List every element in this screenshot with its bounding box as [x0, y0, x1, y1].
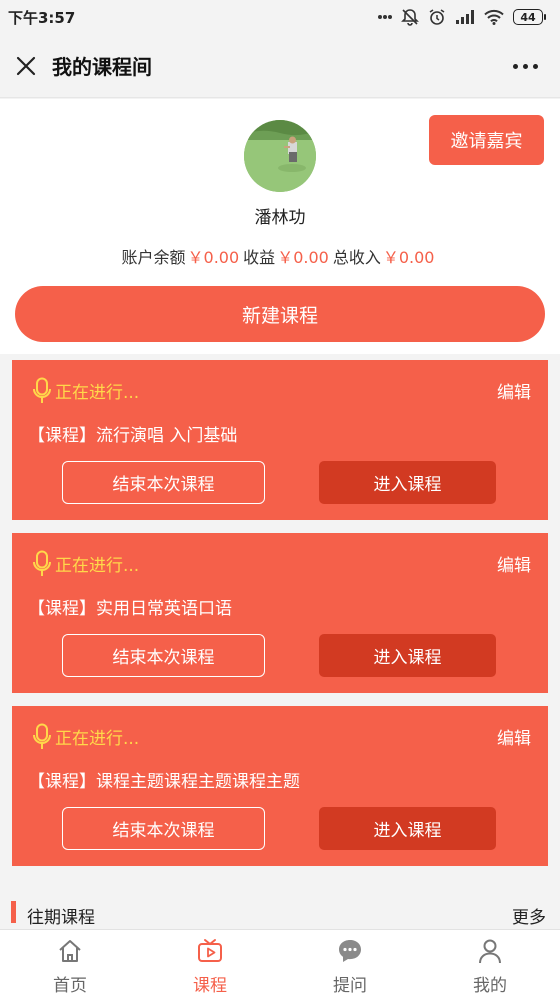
income-label: 收益: [243, 248, 276, 267]
invite-guest-button[interactable]: 邀请嘉宾: [429, 115, 544, 165]
more-past-courses-link[interactable]: 更多: [512, 903, 546, 928]
person-icon: [479, 939, 501, 964]
total-income-value: ￥0.00: [382, 248, 435, 267]
course-title: 【课程】实用日常英语口语: [28, 599, 232, 619]
more-menu-button[interactable]: [513, 54, 538, 78]
balance-summary: 账户余额 ￥0.00 收益 ￥0.00 总收入 ￥0.00: [0, 244, 560, 268]
course-title: 【课程】课程主题课程主题课程主题: [28, 772, 300, 792]
cell-signal-icon: [456, 10, 474, 24]
user-name: 潘林功: [254, 208, 306, 228]
course-status: 正在进行...: [55, 383, 140, 403]
end-course-button[interactable]: 结束本次课程: [62, 461, 265, 504]
enter-course-button[interactable]: 进入课程: [319, 461, 496, 504]
status-bar: 下午3:57 44: [0, 0, 560, 34]
avatar[interactable]: [244, 120, 316, 192]
close-icon: [16, 56, 36, 75]
microphone-icon: [33, 723, 51, 749]
course-status: 正在进行...: [55, 729, 140, 749]
course-status: 正在进行...: [55, 556, 140, 576]
edit-course-button[interactable]: 编辑: [497, 378, 531, 403]
more-dot-icon: [533, 63, 538, 69]
more-dot-icon: [523, 63, 528, 69]
home-icon: [59, 940, 81, 962]
microphone-icon: [33, 550, 51, 576]
page-title: 我的课程间: [52, 55, 152, 79]
status-time: 下午3:57: [8, 8, 76, 27]
chat-bubble-icon: [339, 940, 361, 962]
profile-section: 邀请嘉宾 潘林功 账户余额 ￥0.00 收益 ￥0.00 总收入 ￥0.00 新建课程: [0, 99, 560, 354]
more-dot-icon: [513, 63, 518, 69]
close-button[interactable]: [0, 34, 52, 98]
mute-bell-icon: [401, 9, 419, 26]
past-courses-header: 往期课程 更多: [0, 895, 560, 933]
battery-level: 44: [513, 9, 543, 25]
alarm-clock-icon: [429, 9, 445, 25]
end-course-button[interactable]: 结束本次课程: [62, 634, 265, 677]
status-icons: 44: [378, 8, 546, 26]
total-income-label: 总收入: [332, 248, 381, 267]
balance-label: 账户余额: [121, 248, 186, 267]
tab-mine[interactable]: 我的: [420, 930, 560, 1000]
title-bar: 我的课程间: [0, 34, 560, 98]
enter-course-button[interactable]: 进入课程: [319, 634, 496, 677]
tab-label: 我的: [473, 976, 507, 996]
past-courses-label: 往期课程: [27, 908, 95, 928]
course-card: 正在进行... 编辑 【课程】课程主题课程主题课程主题 结束本次课程 进入课程: [12, 706, 548, 866]
balance-value: ￥0.00: [187, 248, 240, 267]
microphone-icon: [33, 377, 51, 403]
course-card: 正在进行... 编辑 【课程】流行演唱 入门基础 结束本次课程 进入课程: [12, 360, 548, 520]
new-course-button[interactable]: 新建课程: [15, 286, 545, 342]
bottom-tab-bar: 首页 课程 提问 我的: [0, 929, 560, 1000]
income-value: ￥0.00: [277, 248, 329, 267]
tab-label: 课程: [193, 976, 227, 996]
tab-courses[interactable]: 课程: [140, 930, 280, 1000]
signal-dots-icon: [378, 15, 392, 19]
wifi-icon: [484, 9, 504, 25]
section-accent-bar: [11, 901, 16, 923]
end-course-button[interactable]: 结束本次课程: [62, 807, 265, 850]
tv-play-icon: [198, 939, 222, 962]
course-card: 正在进行... 编辑 【课程】实用日常英语口语 结束本次课程 进入课程: [12, 533, 548, 693]
tab-label: 首页: [53, 976, 87, 996]
tab-label: 提问: [333, 976, 367, 996]
tab-questions[interactable]: 提问: [280, 930, 420, 1000]
enter-course-button[interactable]: 进入课程: [319, 807, 496, 850]
course-title: 【课程】流行演唱 入门基础: [28, 426, 238, 446]
edit-course-button[interactable]: 编辑: [497, 551, 531, 576]
edit-course-button[interactable]: 编辑: [497, 724, 531, 749]
battery-icon: 44: [513, 9, 546, 25]
tab-home[interactable]: 首页: [0, 930, 140, 1000]
